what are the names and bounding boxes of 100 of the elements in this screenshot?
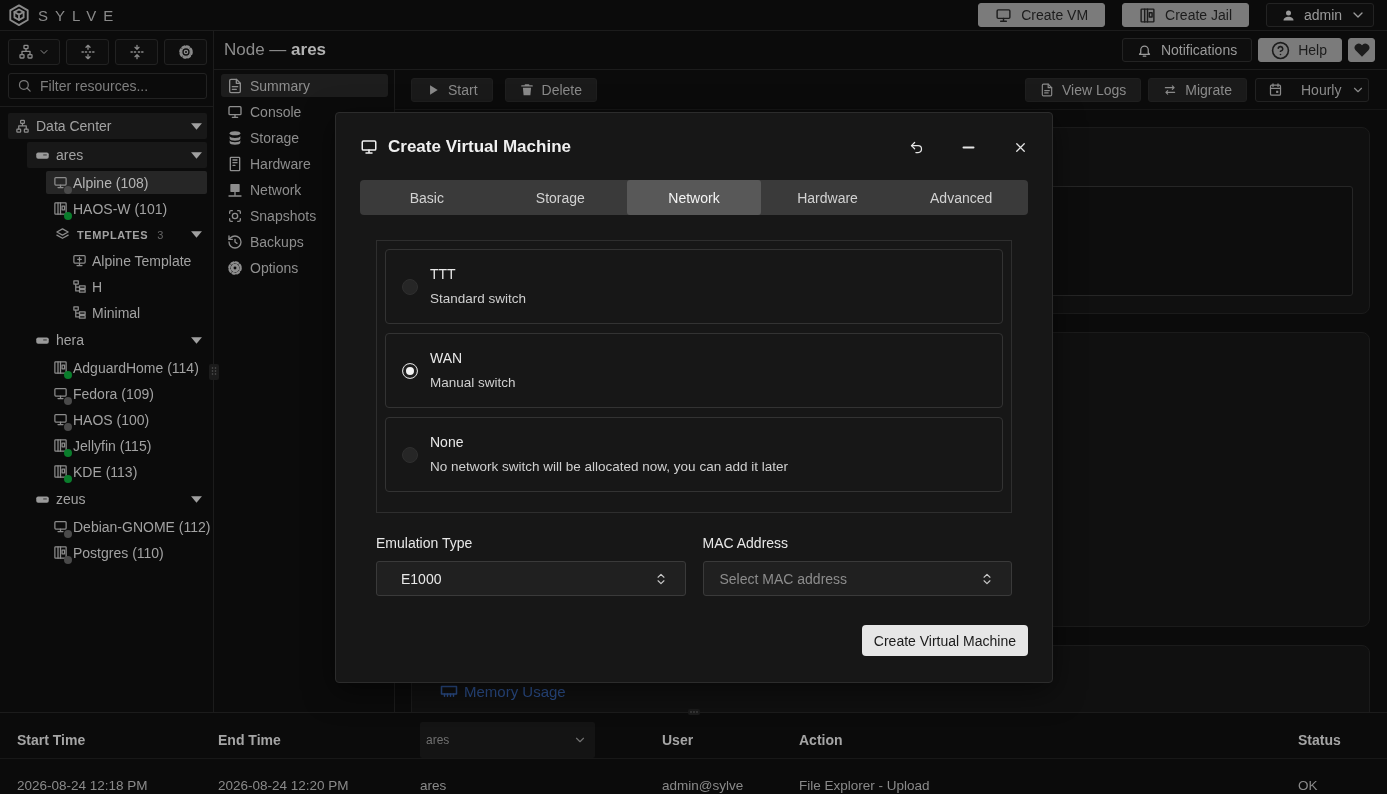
nav-item[interactable]: Summary [221, 74, 388, 97]
interval-dropdown[interactable]: Hourly [1255, 77, 1369, 102]
table-cell-text: 2026-08-24 12:20 PM [218, 778, 350, 793]
tab[interactable]: Advanced [894, 180, 1028, 215]
switch-description: Manual switch [430, 374, 516, 392]
file-icon [1039, 82, 1054, 97]
jail-item[interactable]: Jellyfin (115) [46, 434, 207, 457]
swap-arrows-icon [1163, 82, 1178, 97]
column-header: User [662, 732, 695, 748]
resize-handle[interactable] [209, 364, 219, 380]
datacenter-item[interactable]: Data Center [8, 113, 207, 139]
monitor-icon [53, 519, 68, 534]
undo-icon[interactable] [909, 139, 924, 155]
template-item[interactable]: Alpine Template [65, 249, 207, 272]
help-icon [1271, 40, 1291, 60]
create-vm-submit-button[interactable]: Create Virtual Machine [861, 625, 1028, 656]
page-title: Node — ares [224, 40, 327, 60]
switch-option[interactable]: None No network switch will be allocated now, you can add it later [385, 417, 1003, 492]
caret-down-icon[interactable] [190, 228, 203, 241]
switch-description: No network switch will be allocated now, you can add it later [430, 458, 788, 476]
monitor-icon [227, 103, 243, 120]
filter-field[interactable]: Filter resources... [8, 73, 207, 99]
layers-icon [55, 227, 70, 242]
file-icon [227, 77, 243, 94]
vm-item[interactable]: Fedora (109) [46, 382, 207, 405]
notifications-button[interactable]: Notifications [1121, 38, 1253, 62]
jail-item[interactable]: KDE (113) [46, 460, 207, 483]
create-jail-button[interactable]: Create Jail [1122, 3, 1249, 27]
nav-item[interactable]: Options [221, 256, 388, 279]
board-icon [227, 155, 243, 172]
view-mode-button[interactable] [8, 39, 60, 65]
jail-cell-icon [1139, 6, 1157, 24]
calendar-icon [1268, 82, 1283, 97]
jail-cell-icon [53, 360, 68, 375]
bell-icon [1136, 42, 1152, 58]
settings-button[interactable] [164, 39, 207, 65]
nav-item[interactable]: Hardware [221, 152, 388, 175]
item-count: 3 [157, 228, 164, 241]
template-item[interactable]: H [65, 275, 207, 298]
field-label: Emulation Type [376, 534, 474, 552]
column-header: Start Time [17, 732, 87, 748]
monitor-icon [53, 412, 68, 427]
monitor-plus-icon [72, 253, 87, 268]
field-label: MAC Address [702, 534, 790, 552]
node-item[interactable]: zeus [27, 486, 207, 512]
history-icon [227, 233, 243, 250]
vm-item[interactable]: HAOS (100) [46, 408, 207, 431]
jail-item[interactable]: AdguardHome (114) [46, 356, 207, 379]
vm-item[interactable]: Alpine (108) [46, 171, 207, 194]
mac-address-select[interactable]: Select MAC address [702, 561, 1012, 596]
card-title: Memory Usage [464, 682, 566, 700]
migrate-button[interactable]: Migrate [1148, 77, 1247, 102]
switch-name: TTT [430, 265, 457, 284]
snapshot-icon [227, 207, 243, 224]
table-cell-text: admin@sylve [662, 778, 745, 793]
column-header: End Time [218, 732, 282, 748]
column-header: Action [799, 732, 844, 748]
switch-name: WAN [430, 349, 464, 368]
user-menu-button[interactable]: admin [1266, 3, 1374, 27]
jail-item[interactable]: HAOS-W (101) [46, 197, 207, 220]
emulation-type-select[interactable]: E1000 [376, 561, 686, 596]
jail-cell-icon [53, 438, 68, 453]
tab[interactable]: Storage [493, 180, 628, 215]
node-filter-select[interactable]: ares [420, 722, 595, 758]
nav-item[interactable]: Storage [221, 126, 388, 149]
switch-name: None [430, 433, 465, 452]
jail-cell-icon [53, 464, 68, 479]
sitemap-icon [15, 118, 30, 134]
jail-cell-icon [53, 201, 68, 216]
create-vm-button[interactable]: Create VM [978, 3, 1106, 27]
start-button[interactable]: Start [411, 77, 493, 102]
gear-icon [227, 259, 243, 276]
heart-button[interactable] [1348, 38, 1375, 62]
database-icon [227, 129, 243, 146]
switch-option[interactable]: TTT Standard switch [385, 249, 1003, 324]
settings-icon [177, 44, 194, 60]
nav-item[interactable]: Backups [221, 230, 388, 253]
table-cell-text: OK [1298, 778, 1319, 793]
view-logs-button[interactable]: View Logs [1024, 77, 1142, 102]
tab[interactable]: Network [627, 180, 761, 215]
table-cell-text: File Explorer - Upload [799, 778, 931, 793]
expand-all-button[interactable] [66, 39, 109, 65]
node-item[interactable]: hera [27, 327, 207, 353]
nav-item[interactable]: Console [221, 100, 388, 123]
jail-item[interactable]: Postgres (110) [46, 541, 207, 564]
node-item[interactable]: ares [27, 142, 207, 168]
collapse-all-button[interactable] [115, 39, 158, 65]
dialog-title: Create Virtual Machine [388, 137, 571, 157]
resize-handle[interactable] [688, 709, 700, 715]
switch-option[interactable]: WAN Manual switch [385, 333, 1003, 408]
delete-button[interactable]: Delete [504, 77, 598, 102]
template-item[interactable]: Minimal [65, 301, 207, 324]
computer-icon [227, 181, 243, 198]
help-button[interactable]: Help [1258, 38, 1342, 62]
cube-logo-icon [8, 4, 30, 26]
templates-group[interactable]: TEMPLATES 3 [46, 223, 207, 246]
switch-description: Standard switch [430, 290, 527, 308]
monitor-icon [360, 138, 378, 156]
tab[interactable]: Hardware [760, 180, 895, 215]
search-icon [17, 78, 32, 93]
